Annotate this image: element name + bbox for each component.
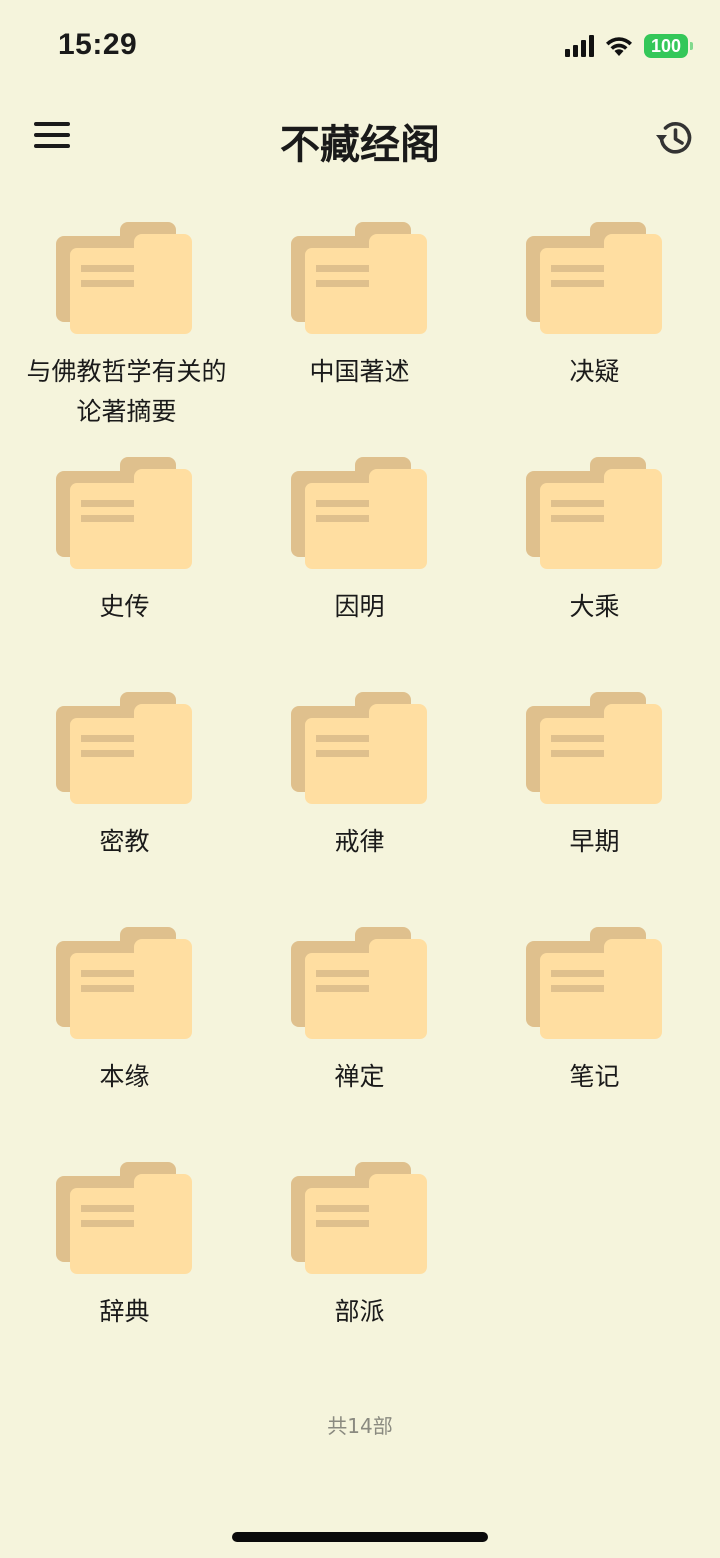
history-clock-icon[interactable] bbox=[652, 116, 696, 160]
total-count: 共14部 bbox=[327, 1414, 393, 1438]
category-label: 辞典 bbox=[99, 1297, 150, 1326]
page-title: 不藏经阁 bbox=[280, 121, 440, 168]
folder-icon bbox=[526, 692, 662, 804]
category-label: 因明 bbox=[334, 592, 385, 621]
category-folder[interactable]: 与佛教哲学有关的论著摘要 bbox=[7, 220, 242, 455]
folder-icon bbox=[291, 457, 427, 569]
status-bar: 15:29 100 bbox=[0, 0, 720, 90]
category-folder[interactable]: 辞典 bbox=[7, 1160, 242, 1395]
folder-icon bbox=[56, 1162, 192, 1274]
category-folder[interactable]: 本缘 bbox=[7, 925, 242, 1160]
folder-icon bbox=[291, 692, 427, 804]
category-folder[interactable]: 部派 bbox=[242, 1160, 477, 1395]
category-label: 大乘 bbox=[569, 592, 620, 621]
category-folder[interactable]: 禅定 bbox=[242, 925, 477, 1160]
category-label: 与佛教哲学有关的论著摘要 bbox=[26, 357, 227, 426]
folder-icon bbox=[526, 927, 662, 1039]
category-label: 中国著述 bbox=[309, 357, 410, 386]
category-folder[interactable]: 戒律 bbox=[242, 690, 477, 925]
folder-icon bbox=[291, 222, 427, 334]
category-label: 早期 bbox=[569, 827, 620, 856]
folder-icon bbox=[526, 222, 662, 334]
category-label: 部派 bbox=[334, 1297, 385, 1326]
category-folder[interactable]: 史传 bbox=[7, 455, 242, 690]
folder-icon bbox=[291, 927, 427, 1039]
category-label: 史传 bbox=[99, 592, 150, 621]
category-folder[interactable]: 早期 bbox=[477, 690, 712, 925]
category-folder[interactable]: 密教 bbox=[7, 690, 242, 925]
home-indicator[interactable] bbox=[232, 1532, 488, 1542]
category-folder[interactable]: 因明 bbox=[242, 455, 477, 690]
folder-icon bbox=[56, 457, 192, 569]
wifi-icon bbox=[606, 37, 632, 56]
status-icons: 100 bbox=[565, 32, 693, 60]
category-folder[interactable]: 中国著述 bbox=[242, 220, 477, 455]
category-label: 笔记 bbox=[569, 1062, 620, 1091]
nav-bar: 不藏经阁 bbox=[0, 100, 720, 180]
category-grid: 与佛教哲学有关的论著摘要 中国著述 决疑史传 因明 大乘密教 戒律 早期本缘 禅定 笔记辞典 部派 bbox=[0, 220, 720, 1395]
folder-icon bbox=[291, 1162, 427, 1274]
battery-level: 100 bbox=[650, 35, 682, 56]
category-label: 决疑 bbox=[569, 357, 620, 386]
folder-icon bbox=[56, 927, 192, 1039]
cellular-signal-icon bbox=[565, 35, 594, 57]
category-folder[interactable]: 笔记 bbox=[477, 925, 712, 1160]
category-label: 密教 bbox=[99, 827, 150, 856]
status-time: 15:29 bbox=[58, 28, 138, 61]
category-folder[interactable]: 决疑 bbox=[477, 220, 712, 455]
category-label: 戒律 bbox=[334, 827, 385, 856]
category-label: 本缘 bbox=[99, 1062, 150, 1091]
category-label: 禅定 bbox=[334, 1062, 385, 1091]
folder-icon bbox=[56, 222, 192, 334]
folder-icon bbox=[526, 457, 662, 569]
folder-icon bbox=[56, 692, 192, 804]
battery-indicator: 100 bbox=[644, 34, 693, 58]
category-folder[interactable]: 大乘 bbox=[477, 455, 712, 690]
